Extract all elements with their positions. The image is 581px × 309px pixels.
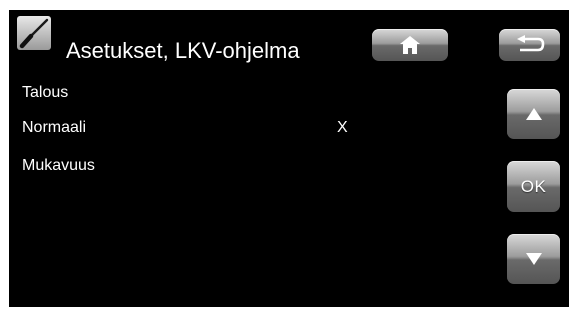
arrow-up-icon	[525, 108, 542, 120]
menu-item-label: Mukavuus	[22, 157, 95, 174]
back-button[interactable]	[499, 29, 560, 61]
ok-button[interactable]: OK	[507, 161, 560, 212]
menu-item-label: Talous	[22, 84, 69, 101]
screwdriver-icon	[17, 16, 51, 50]
arrow-down-icon	[525, 253, 542, 265]
selected-mark: X	[337, 119, 348, 136]
page-title: Asetukset, LKV-ohjelma	[66, 38, 300, 63]
display-screen: Asetukset, LKV-ohjelma Talous Normaali X…	[9, 10, 569, 307]
menu-item-mukavuus[interactable]: Mukavuus	[22, 156, 382, 178]
ok-label: OK	[520, 176, 547, 196]
menu-item-normaali[interactable]: Normaali X	[22, 118, 382, 140]
down-button[interactable]	[507, 234, 560, 284]
home-icon	[400, 36, 420, 54]
menu-item-talous[interactable]: Talous	[22, 83, 382, 105]
up-button[interactable]	[507, 89, 560, 139]
menu-item-label: Normaali	[22, 119, 87, 136]
home-button[interactable]	[372, 29, 448, 61]
back-arrow-icon	[516, 35, 544, 52]
